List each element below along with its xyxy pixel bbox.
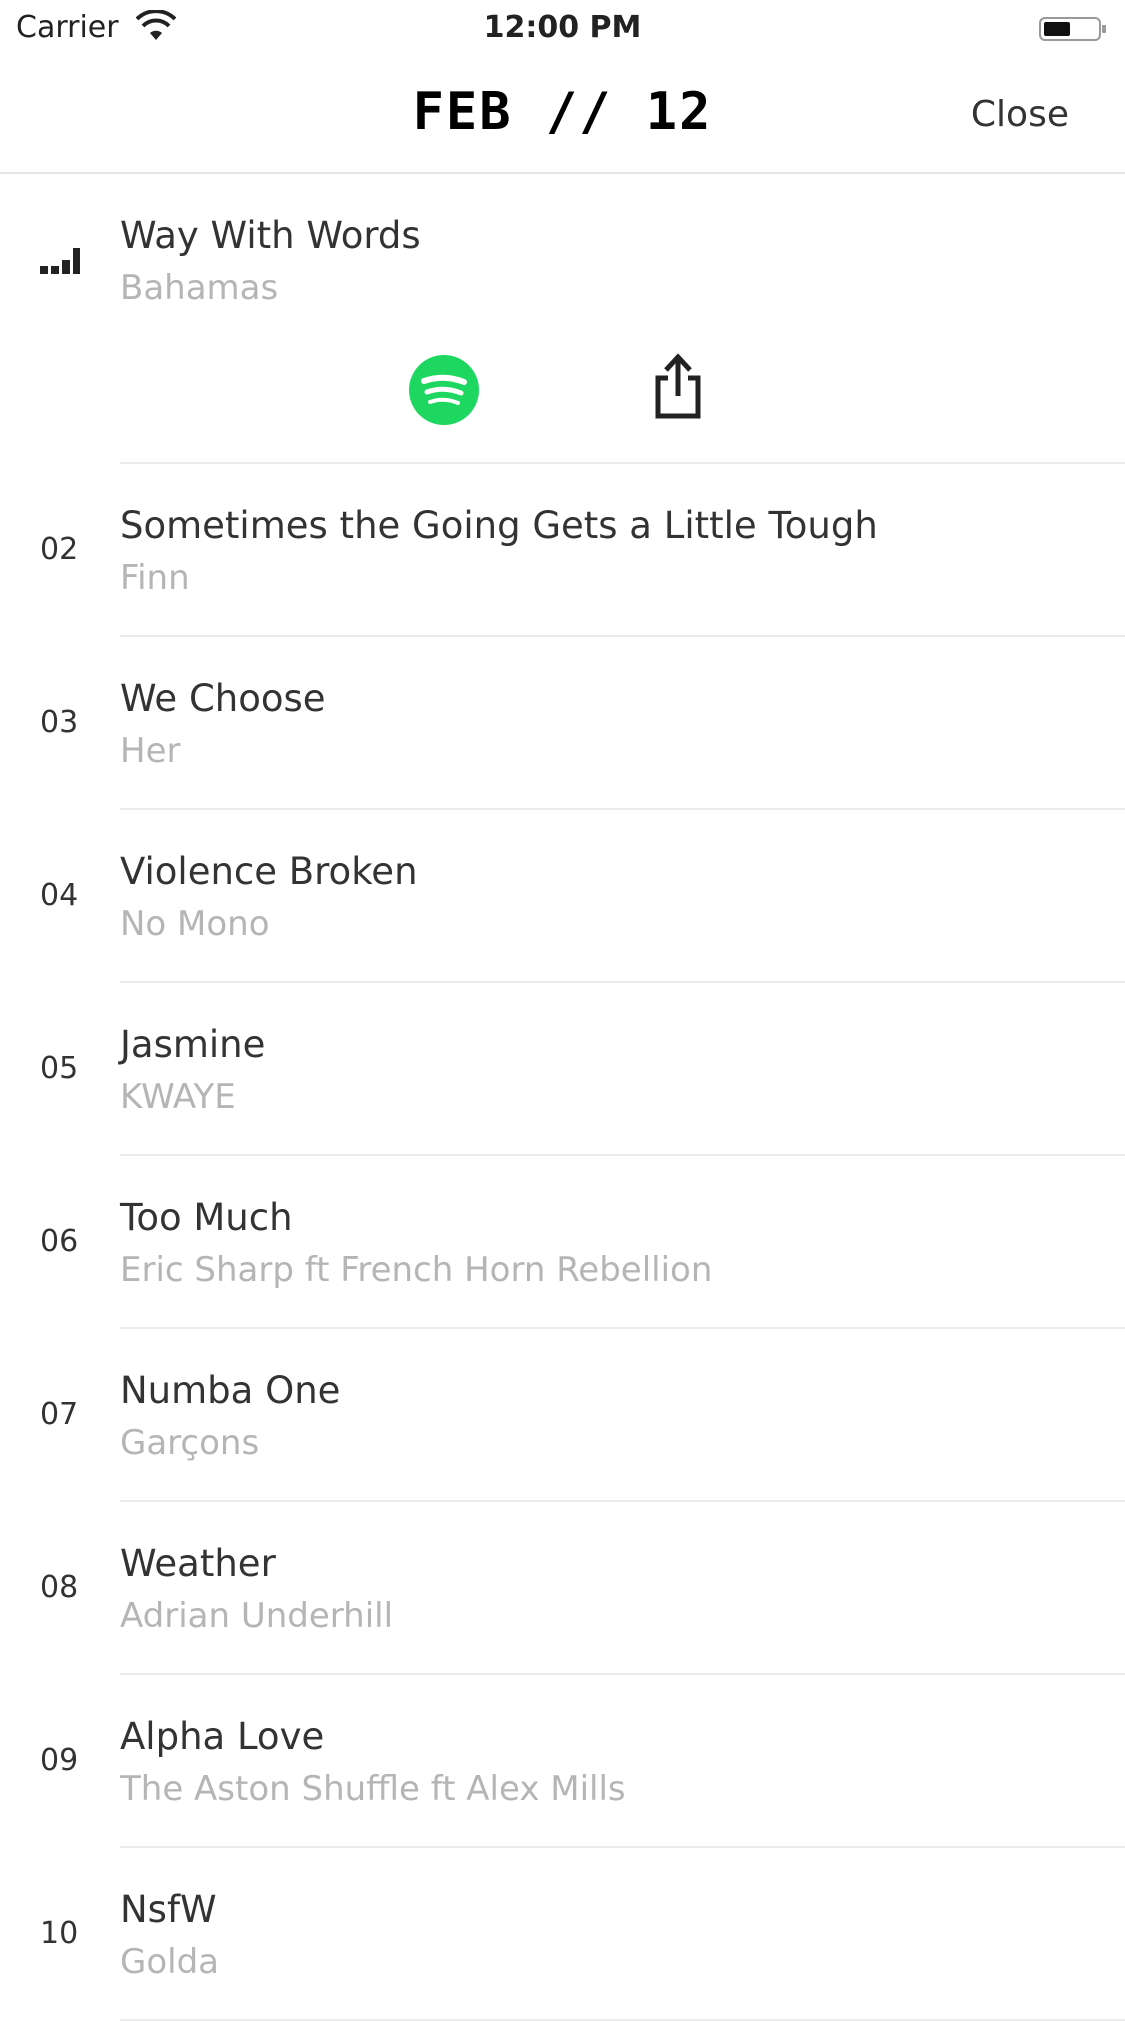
- track-title: Weather: [120, 1542, 276, 1585]
- track-artist: The Aston Shuffle ft Alex Mills: [120, 1769, 626, 1809]
- track-number: 07: [40, 1397, 79, 1432]
- spotify-icon[interactable]: [408, 354, 480, 426]
- track-artist: Golda: [120, 1942, 220, 1982]
- track-artist: Finn: [120, 558, 190, 598]
- now-playing-title: Way With Words: [120, 214, 421, 257]
- track-artist: No Mono: [120, 904, 270, 944]
- track-row[interactable]: 08 Weather Adrian Underhill: [0, 1502, 1125, 1675]
- track-title: Sometimes the Going Gets a Little Tough: [120, 504, 878, 547]
- track-title: Too Much: [120, 1196, 293, 1239]
- track-row[interactable]: 03 We Choose Her: [0, 637, 1125, 810]
- track-row[interactable]: 10 NsfW Golda: [0, 1848, 1125, 2021]
- page-title: FEB // 12: [412, 82, 713, 142]
- track-number: 05: [40, 1051, 79, 1086]
- now-playing-artist: Bahamas: [120, 268, 279, 308]
- equalizer-icon: [40, 248, 80, 274]
- track-row[interactable]: 02 Sometimes the Going Gets a Little Tou…: [0, 464, 1125, 637]
- track-artist: KWAYE: [120, 1077, 236, 1117]
- track-row[interactable]: 09 Alpha Love The Aston Shuffle ft Alex …: [0, 1675, 1125, 1848]
- track-row[interactable]: 07 Numba One Garçons: [0, 1329, 1125, 1502]
- track-artist: Her: [120, 731, 181, 771]
- close-button[interactable]: Close: [971, 94, 1069, 135]
- track-number: 08: [40, 1570, 79, 1605]
- track-title: Violence Broken: [120, 850, 418, 893]
- status-bar: Carrier 12:00 PM: [0, 0, 1125, 56]
- track-number: 06: [40, 1224, 79, 1259]
- track-artist: Adrian Underhill: [120, 1596, 394, 1636]
- battery-icon: [1039, 17, 1106, 41]
- track-title: We Choose: [120, 677, 326, 720]
- track-title: NsfW: [120, 1888, 217, 1931]
- status-time: 12:00 PM: [483, 10, 642, 45]
- track-row[interactable]: 04 Violence Broken No Mono: [0, 810, 1125, 983]
- track-number: 10: [40, 1916, 79, 1951]
- track-artist: Garçons: [120, 1423, 260, 1463]
- track-artist: Eric Sharp ft French Horn Rebellion: [120, 1250, 713, 1290]
- track-list: Way With Words Bahamas 02 Sometimes the …: [0, 174, 1125, 2021]
- track-row[interactable]: 05 Jasmine KWAYE: [0, 983, 1125, 1156]
- now-playing-track[interactable]: Way With Words Bahamas: [0, 174, 1125, 464]
- track-number: 09: [40, 1743, 79, 1778]
- nav-bar: FEB // 12 Close: [0, 56, 1125, 174]
- track-number: 03: [40, 705, 79, 740]
- track-number: 02: [40, 532, 79, 567]
- track-title: Numba One: [120, 1369, 341, 1412]
- track-title: Alpha Love: [120, 1715, 325, 1758]
- share-icon[interactable]: [650, 352, 706, 420]
- track-title: Jasmine: [120, 1023, 266, 1066]
- track-row[interactable]: 06 Too Much Eric Sharp ft French Horn Re…: [0, 1156, 1125, 1329]
- track-number: 04: [40, 878, 79, 913]
